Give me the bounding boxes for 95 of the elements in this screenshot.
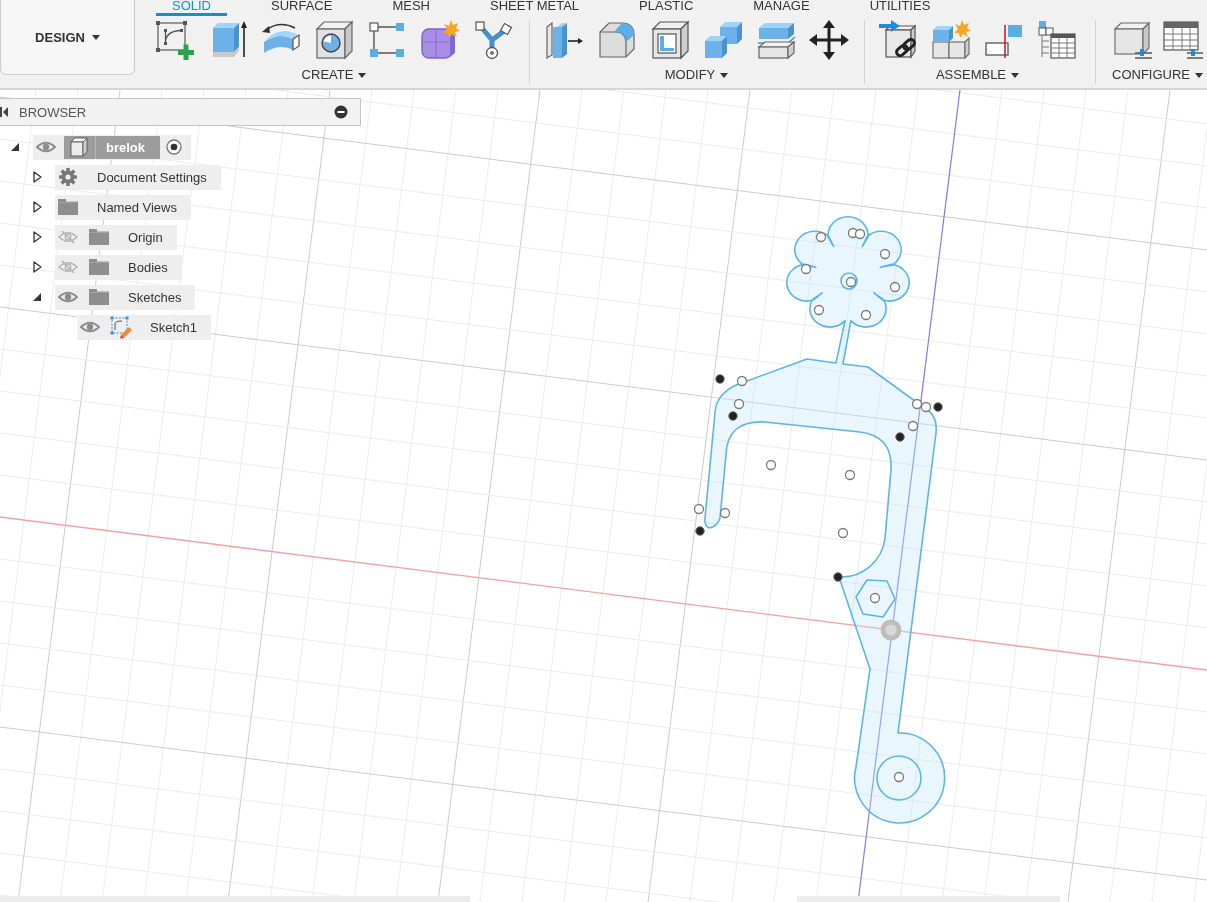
tree-item[interactable]: Bodies [55, 254, 182, 280]
sketch-point [765, 459, 777, 471]
disclosure-triangle-icon[interactable] [11, 143, 19, 151]
shell-cube-icon[interactable] [650, 20, 690, 60]
sketch-point [920, 401, 932, 413]
sketch-point [933, 402, 943, 412]
eye-icon[interactable] [58, 290, 78, 304]
tree-table-icon[interactable] [1037, 20, 1077, 60]
sketch-point [728, 411, 738, 421]
component-name: brelok [95, 135, 160, 159]
sketch-point [715, 374, 725, 384]
sketch-point [719, 507, 731, 519]
gear-icon [59, 168, 77, 186]
caret-icon [358, 72, 367, 78]
tree-item[interactable]: Sketches [55, 284, 196, 310]
cubes-star-icon[interactable] [931, 20, 971, 60]
sketch-point [879, 248, 891, 260]
folder-icon [89, 259, 109, 275]
item-label: Bodies [128, 259, 168, 275]
sketch-point [800, 263, 812, 275]
item-label: Origin [128, 229, 163, 245]
disclosure-triangle-icon[interactable] [33, 293, 41, 301]
sketch-circle [840, 272, 858, 290]
y-shape-node-icon[interactable] [473, 20, 513, 60]
move-arrows-icon[interactable] [809, 20, 849, 60]
sketch-point [733, 398, 745, 410]
sketch-point [889, 281, 901, 293]
collapse-panel-icon[interactable] [0, 107, 8, 117]
disclosure-triangle-icon[interactable] [32, 231, 42, 243]
ribbon-menu-button[interactable]: MODIFY [664, 68, 729, 82]
tree-item[interactable]: Document Settings [55, 164, 221, 190]
panel-title: BROWSER [19, 104, 88, 120]
cube-slider-icon[interactable] [1112, 20, 1153, 60]
folder-icon [58, 199, 78, 215]
item-label: Document Settings [97, 169, 207, 185]
workspace-button[interactable]: DESIGN [0, 0, 135, 75]
sketch-point [844, 469, 856, 481]
sketch-point [895, 432, 905, 442]
item-label: Sketch1 [150, 319, 197, 335]
tab[interactable]: MANAGE [737, 0, 826, 16]
caret-icon [1195, 72, 1203, 78]
sketch-point [854, 228, 866, 240]
split-block-icon[interactable] [756, 20, 796, 60]
radio-button-icon[interactable] [166, 139, 182, 155]
sketch-point [833, 572, 843, 582]
sketch-point [907, 420, 919, 432]
sketch-hexagon [855, 579, 896, 618]
ribbon-menu-button[interactable]: CREATE [301, 68, 367, 82]
sketch-point [837, 527, 849, 539]
sketch-point [869, 592, 881, 604]
disclosure-triangle-icon[interactable] [32, 171, 42, 183]
sketch-circle [876, 755, 922, 801]
pattern-squares-icon[interactable] [367, 20, 407, 60]
tree-item[interactable]: Origin [55, 224, 177, 250]
sketch-point [860, 309, 872, 321]
disclosure-triangle-icon[interactable] [32, 261, 42, 273]
sketch-point [736, 375, 748, 387]
tab[interactable]: SHEET METAL [474, 0, 596, 16]
caret-icon [720, 72, 729, 78]
cube-hole-icon[interactable] [314, 20, 354, 60]
minus-circle-icon[interactable] [334, 105, 348, 119]
item-label: Sketches [128, 289, 182, 305]
tab[interactable]: SURFACE [255, 0, 349, 16]
eye-icon[interactable] [36, 140, 56, 154]
sketch-point [911, 398, 923, 410]
folder-icon [89, 229, 109, 245]
caret-icon [1011, 72, 1020, 78]
item-label: Named Views [97, 199, 177, 215]
sketch-point [845, 276, 857, 288]
slab-arrow-icon[interactable] [544, 20, 584, 60]
sketch-plus-icon[interactable] [155, 20, 195, 60]
tab[interactable]: UTILITIES [853, 0, 947, 16]
cube-icon [69, 137, 89, 157]
origin-point [880, 619, 902, 641]
sketch-point [695, 526, 705, 536]
sketch-point [815, 231, 827, 243]
tree-item[interactable]: Named Views [55, 194, 191, 220]
sketch-point [893, 771, 905, 783]
table-slider-icon[interactable] [1162, 20, 1203, 60]
tab[interactable]: MESH [376, 0, 446, 16]
sketch-point [813, 304, 825, 316]
sketch-pencil-icon [110, 315, 132, 339]
box-link-icon[interactable] [878, 20, 918, 60]
cube-star-icon[interactable] [420, 20, 460, 60]
eye-icon[interactable] [80, 320, 100, 334]
two-cubes-icon[interactable] [703, 20, 743, 60]
tree-item[interactable]: Sketch1 [77, 314, 211, 340]
sketch-point [693, 503, 705, 515]
caret-icon [91, 34, 100, 40]
ribbon-menu-button[interactable]: ASSEMBLE [935, 68, 1020, 82]
ribbon-menu-button[interactable]: CONFIGURE [1112, 68, 1203, 82]
tab[interactable]: PLASTIC [623, 0, 710, 16]
folder-icon [89, 289, 109, 305]
fillet-block-icon[interactable] [597, 20, 637, 60]
disclosure-triangle-icon[interactable] [32, 201, 42, 213]
